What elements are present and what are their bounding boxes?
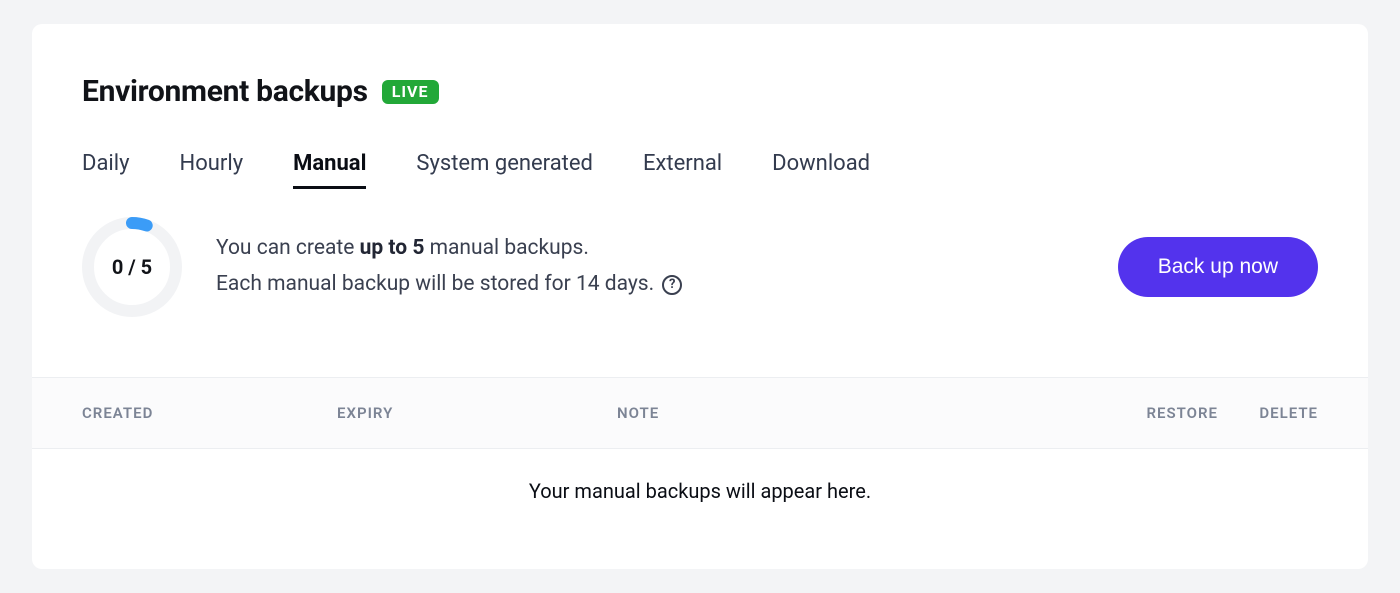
backups-card: Environment backups LIVE Daily Hourly Ma… <box>32 24 1368 569</box>
info-line-2: Each manual backup will be stored for 14… <box>216 267 1084 303</box>
info-line1-pre: You can create <box>216 236 360 260</box>
col-header-note: NOTE <box>617 404 1048 422</box>
tab-external[interactable]: External <box>643 151 722 189</box>
backup-now-button[interactable]: Back up now <box>1118 237 1318 297</box>
gauge-label: 0 / 5 <box>112 255 152 279</box>
col-header-created: CREATED <box>82 404 337 422</box>
empty-state: Your manual backups will appear here. <box>32 449 1368 533</box>
tab-manual[interactable]: Manual <box>293 151 366 189</box>
info-line2-text: Each manual backup will be stored for 14… <box>216 267 654 303</box>
tab-hourly[interactable]: Hourly <box>180 151 244 189</box>
info-line1-bold: up to 5 <box>360 236 425 260</box>
tab-daily[interactable]: Daily <box>82 151 130 189</box>
page-header: Environment backups LIVE <box>82 74 1318 109</box>
backup-usage-gauge: 0 / 5 <box>82 217 182 317</box>
col-header-restore: RESTORE <box>1048 404 1218 422</box>
info-line-1: You can create up to 5 manual backups. <box>216 231 1084 267</box>
page-title: Environment backups <box>82 74 368 109</box>
info-text: You can create up to 5 manual backups. E… <box>216 231 1084 302</box>
table-header: CREATED EXPIRY NOTE RESTORE DELETE <box>32 377 1368 449</box>
info-row: 0 / 5 You can create up to 5 manual back… <box>82 217 1318 377</box>
col-header-expiry: EXPIRY <box>337 404 617 422</box>
live-badge: LIVE <box>382 80 439 104</box>
col-header-delete: DELETE <box>1218 404 1318 422</box>
tab-system-generated[interactable]: System generated <box>416 151 593 189</box>
tab-bar: Daily Hourly Manual System generated Ext… <box>82 151 1318 189</box>
help-icon[interactable]: ? <box>662 275 682 295</box>
tab-download[interactable]: Download <box>772 151 870 189</box>
info-line1-post: manual backups. <box>424 236 589 260</box>
card-top-section: Environment backups LIVE Daily Hourly Ma… <box>32 24 1368 377</box>
